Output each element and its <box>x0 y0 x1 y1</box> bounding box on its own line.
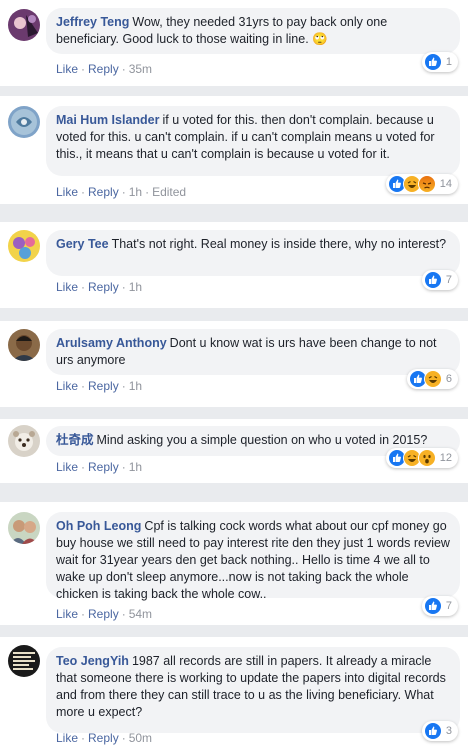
comment-bubble: Teo JengYih 1987 all records are still in… <box>46 647 460 733</box>
reaction-summary[interactable]: 3 <box>421 721 458 741</box>
like-link[interactable]: Like <box>56 62 78 76</box>
comment-actions: Like · Reply · 1h <box>56 280 143 294</box>
like-link[interactable]: Like <box>56 280 78 294</box>
comment-time[interactable]: 1h <box>129 379 142 393</box>
haha-icon <box>423 370 442 388</box>
avatar[interactable] <box>8 9 40 41</box>
avatar[interactable] <box>8 645 40 677</box>
like-icon <box>423 53 442 71</box>
reaction-count: 7 <box>445 600 452 612</box>
like-link[interactable]: Like <box>56 731 78 745</box>
reply-link[interactable]: Reply <box>88 607 119 621</box>
comment-time[interactable]: 1h <box>129 185 142 199</box>
reaction-summary[interactable]: 12 <box>385 448 458 468</box>
comment-jeffrey-teng: Jeffrey Teng Wow, they needed 31yrs to pa… <box>0 0 468 86</box>
like-icon <box>423 271 442 289</box>
comment-text: That's not right. Real money is inside t… <box>111 237 447 251</box>
comment-author[interactable]: Arulsamy Anthony <box>56 336 167 350</box>
comment-actions: Like · Reply · 50m <box>56 731 153 745</box>
reply-link[interactable]: Reply <box>88 731 119 745</box>
reaction-summary[interactable]: 14 <box>385 174 458 194</box>
comment-actions: Like · Reply · 1h · Edited <box>56 185 187 199</box>
reaction-count: 14 <box>439 178 452 190</box>
wow-icon <box>417 449 436 467</box>
comment-du-qicheng: 杜奇成 Mind asking you a simple question on … <box>0 419 468 483</box>
reply-link[interactable]: Reply <box>88 280 119 294</box>
comment-actions: Like · Reply · 54m <box>56 607 153 621</box>
comment-author[interactable]: Teo JengYih <box>56 654 129 668</box>
like-link[interactable]: Like <box>56 185 78 199</box>
reaction-summary[interactable]: 7 <box>421 596 458 616</box>
comment-mai-hum-islander: Mai Hum Islander if u voted for this. the… <box>0 96 468 204</box>
comment-bubble: Mai Hum Islander if u voted for this. the… <box>46 106 460 176</box>
avatar[interactable] <box>8 106 40 138</box>
reaction-count: 3 <box>445 725 452 737</box>
like-link[interactable]: Like <box>56 460 78 474</box>
reaction-count: 12 <box>439 452 452 464</box>
comment-gery-tee: Gery Tee That's not right. Real money is … <box>0 222 468 308</box>
reply-link[interactable]: Reply <box>88 62 119 76</box>
comment-bubble: Arulsamy Anthony Dont u know wat is urs h… <box>46 329 460 375</box>
comment-actions: Like · Reply · 35m <box>56 62 153 76</box>
comment-arulsamy-anthony: Arulsamy Anthony Dont u know wat is urs h… <box>0 321 468 407</box>
reaction-count: 6 <box>445 373 452 385</box>
edited-label[interactable]: Edited <box>152 185 186 199</box>
comment-author[interactable]: 杜奇成 <box>56 433 94 447</box>
comment-time[interactable]: 35m <box>129 62 152 76</box>
avatar[interactable] <box>8 329 40 361</box>
reaction-count: 7 <box>445 274 452 286</box>
like-link[interactable]: Like <box>56 379 78 393</box>
reaction-count: 1 <box>445 56 452 68</box>
comment-time[interactable]: 1h <box>129 280 142 294</box>
like-icon <box>423 722 442 740</box>
avatar[interactable] <box>8 230 40 262</box>
reaction-summary[interactable]: 1 <box>421 52 458 72</box>
comment-author[interactable]: Gery Tee <box>56 237 109 251</box>
comment-author[interactable]: Mai Hum Islander <box>56 113 160 127</box>
reply-link[interactable]: Reply <box>88 460 119 474</box>
comment-bubble: Oh Poh Leong Cpf is talking cock words wh… <box>46 512 460 601</box>
comment-author[interactable]: Oh Poh Leong <box>56 519 141 533</box>
reaction-summary[interactable]: 6 <box>406 369 458 389</box>
like-link[interactable]: Like <box>56 607 78 621</box>
comment-actions: Like · Reply · 1h <box>56 379 143 393</box>
reply-link[interactable]: Reply <box>88 379 119 393</box>
reaction-summary[interactable]: 7 <box>421 270 458 290</box>
like-icon <box>423 597 442 615</box>
comment-bubble: Gery Tee That's not right. Real money is … <box>46 230 460 276</box>
reply-link[interactable]: Reply <box>88 185 119 199</box>
comment-author[interactable]: Jeffrey Teng <box>56 15 129 29</box>
comment-time[interactable]: 54m <box>129 607 152 621</box>
comment-actions: Like · Reply · 1h <box>56 460 143 474</box>
comment-teo-jengyih: Teo JengYih 1987 all records are still in… <box>0 637 468 752</box>
comment-oh-poh-leong: Oh Poh Leong Cpf is talking cock words wh… <box>0 502 468 625</box>
avatar[interactable] <box>8 512 40 544</box>
comment-time[interactable]: 50m <box>129 731 152 745</box>
comment-bubble: Jeffrey Teng Wow, they needed 31yrs to pa… <box>46 8 460 54</box>
avatar[interactable] <box>8 425 40 457</box>
comment-time[interactable]: 1h <box>129 460 142 474</box>
comment-text: Mind asking you a simple question on who… <box>96 433 428 447</box>
angry-icon <box>417 175 436 193</box>
